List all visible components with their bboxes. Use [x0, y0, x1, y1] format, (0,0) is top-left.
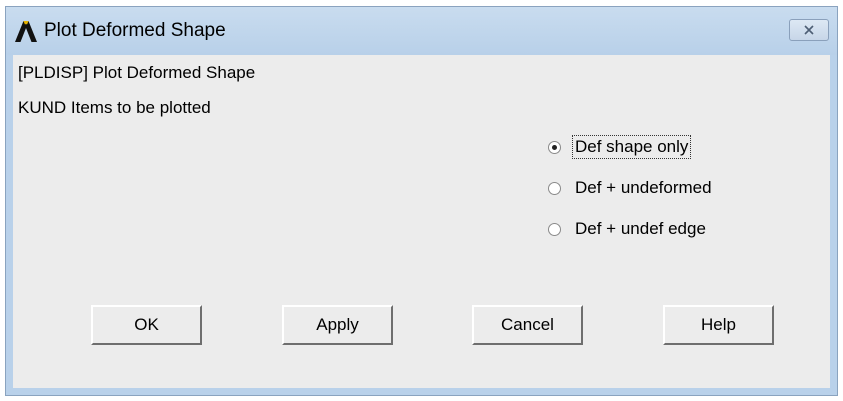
- ansys-logo-icon: [15, 21, 37, 42]
- help-button[interactable]: Help: [663, 305, 774, 345]
- command-line-text: [PLDISP] Plot Deformed Shape: [18, 63, 256, 82]
- radio-def-plus-undeformed[interactable]: Def + undeformed: [548, 176, 714, 200]
- plot-deformed-shape-dialog: Plot Deformed Shape [PLDISP] Plot Deform…: [5, 6, 838, 396]
- ok-button[interactable]: OK: [91, 305, 202, 345]
- radio-label: Def + undeformed: [575, 178, 712, 197]
- radio-button[interactable]: [548, 181, 561, 195]
- window-title: Plot Deformed Shape: [44, 20, 226, 41]
- radio-button-checked[interactable]: [548, 140, 561, 154]
- title-bar[interactable]: Plot Deformed Shape: [6, 7, 837, 55]
- radio-button[interactable]: [548, 222, 561, 236]
- radio-label: Def shape only: [571, 135, 692, 159]
- cancel-button[interactable]: Cancel: [472, 305, 583, 345]
- close-icon: [804, 25, 814, 35]
- close-button[interactable]: [789, 19, 829, 41]
- dialog-body: [PLDISP] Plot Deformed Shape KUND Items …: [13, 55, 830, 388]
- apply-button[interactable]: Apply: [282, 305, 393, 345]
- radio-def-shape-only[interactable]: Def shape only: [548, 135, 692, 159]
- items-to-plot-label: KUND Items to be plotted: [18, 98, 211, 117]
- radio-def-plus-undef-edge[interactable]: Def + undef edge: [548, 217, 708, 241]
- radio-label: Def + undef edge: [575, 219, 706, 238]
